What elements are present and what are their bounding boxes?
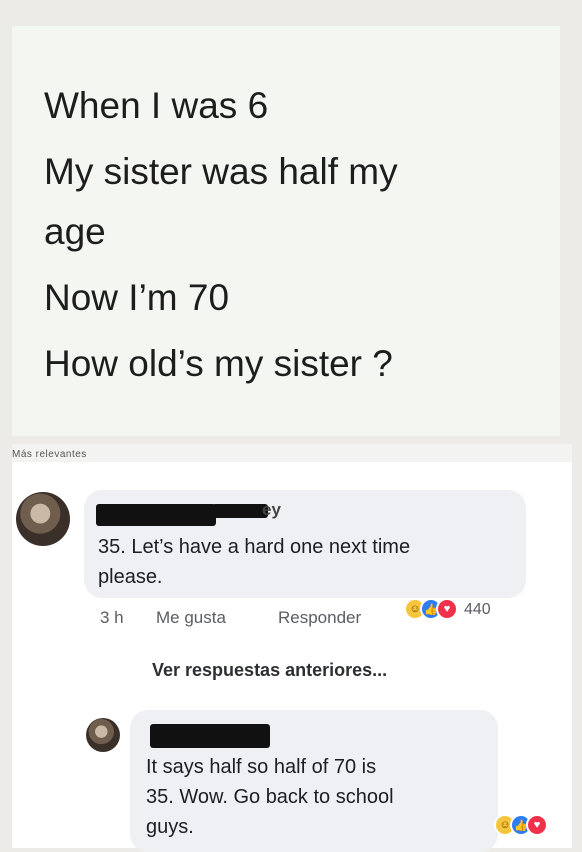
view-previous-replies-link[interactable]: Ver respuestas anteriores... bbox=[152, 660, 387, 681]
avatar[interactable] bbox=[86, 718, 120, 752]
reply-text-line: guys. bbox=[146, 816, 194, 838]
reply-text-line: It says half so half of 70 is bbox=[146, 756, 377, 778]
comment-text-line: please. bbox=[98, 566, 163, 588]
post-line-4: Now I’m 70 bbox=[44, 277, 230, 318]
comment-filter[interactable]: Más relevantes bbox=[12, 444, 572, 462]
comment-time: 3 h bbox=[100, 608, 124, 627]
redacted-name bbox=[150, 724, 270, 748]
post-line-2: My sister was half my bbox=[44, 151, 398, 192]
redacted-name bbox=[96, 504, 216, 526]
comment-filter-label: Más relevantes bbox=[12, 449, 87, 460]
comments-section: ey 35. Let’s have a hard one next time p… bbox=[12, 462, 572, 852]
post-card: When I was 6 My sister was half my age N… bbox=[12, 26, 560, 436]
reply-bubble: It says half so half of 70 is 35. Wow. G… bbox=[130, 710, 498, 852]
post-line-5: How old’s my sister ? bbox=[44, 343, 393, 384]
reply-text: It says half so half of 70 is 35. Wow. G… bbox=[146, 752, 394, 842]
comment-author-fragment[interactable]: ey bbox=[262, 500, 281, 520]
comment-text-line: 35. Let’s have a hard one next time bbox=[98, 536, 411, 558]
reply-button[interactable]: Responder bbox=[278, 608, 361, 628]
post-line-3: age bbox=[44, 211, 106, 252]
reply-text-line: 35. Wow. Go back to school bbox=[146, 786, 394, 808]
avatar[interactable] bbox=[16, 492, 70, 546]
reaction-count: 440 bbox=[464, 601, 491, 618]
reply-reaction-summary[interactable]: ☺ 👍 ♥ bbox=[494, 814, 564, 840]
love-icon: ♥ bbox=[526, 814, 548, 836]
redacted-name bbox=[212, 504, 268, 518]
like-button[interactable]: Me gusta bbox=[156, 608, 226, 628]
post-line-1: When I was 6 bbox=[44, 85, 269, 126]
love-icon: ♥ bbox=[436, 598, 458, 620]
comment-bubble: ey 35. Let’s have a hard one next time p… bbox=[84, 490, 526, 598]
reaction-summary[interactable]: ☺ 👍 ♥ 440 bbox=[404, 598, 524, 624]
comment-text: 35. Let’s have a hard one next time plea… bbox=[98, 532, 410, 592]
